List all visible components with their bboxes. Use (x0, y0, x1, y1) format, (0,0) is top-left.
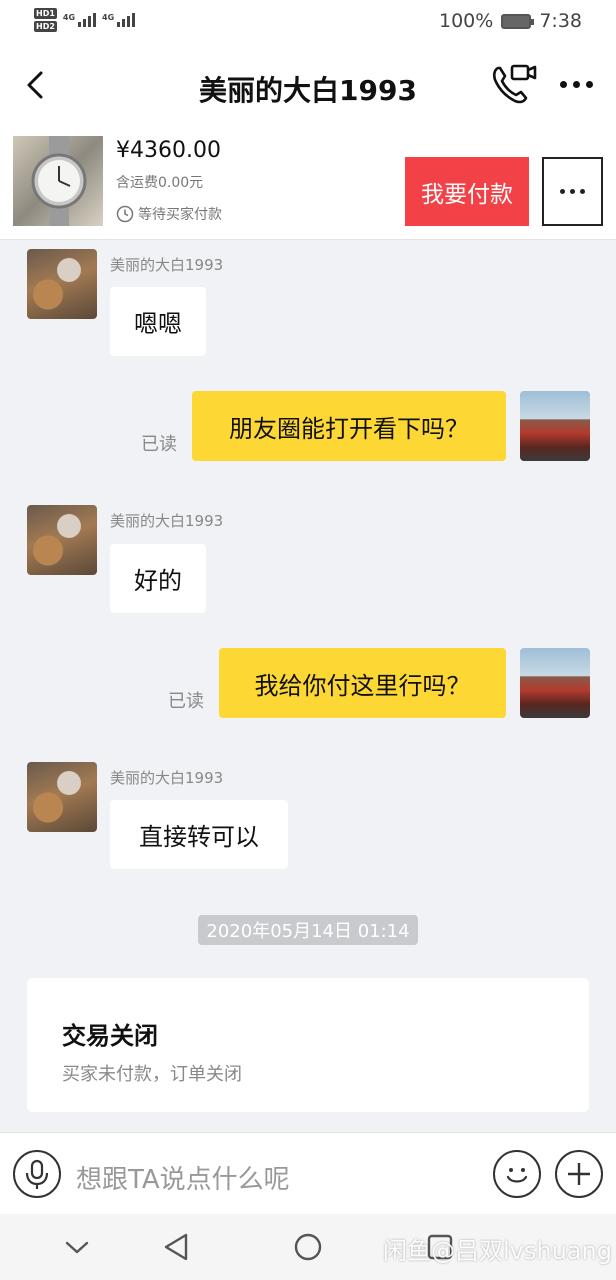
read-receipt: 已读 (168, 691, 204, 712)
video-call-button[interactable] (490, 62, 538, 106)
more-icon (559, 80, 567, 88)
voice-button[interactable] (13, 1150, 61, 1198)
message-input[interactable]: 想跟TA说点什么呢 (76, 1159, 290, 1196)
order-shipping: 含运费0.00元 (116, 175, 204, 191)
chat-header: 美丽的大白1993 (0, 46, 616, 130)
order-more-button[interactable] (542, 157, 603, 226)
input-bar: 想跟TA说点什么呢 (0, 1132, 616, 1214)
message-bubble[interactable]: 我给你付这里行吗？ (219, 648, 506, 718)
plus-button[interactable] (555, 1150, 603, 1198)
nav-back-icon[interactable] (160, 1230, 194, 1264)
status-bar: HD1 HD2 4G 4G 100% 7:38 (0, 0, 616, 46)
pay-button[interactable]: 我要付款 (405, 157, 529, 226)
emoji-button[interactable] (493, 1150, 541, 1198)
avatar[interactable] (27, 249, 97, 319)
emoji-icon (506, 1168, 528, 1183)
more-button[interactable] (556, 72, 596, 96)
signal-icon-1: 4G (62, 13, 97, 27)
watch-image (31, 136, 87, 226)
hd-badge-1: HD1 (34, 8, 57, 19)
video-call-icon (492, 64, 537, 104)
more-icon (560, 189, 565, 194)
message-bubble[interactable]: 好的 (110, 544, 206, 613)
network-label-2: 4G (102, 13, 115, 22)
status-right: 100% 7:38 (439, 10, 582, 32)
order-bar: ¥4360.00 含运费0.00元 等待买家付款 我要付款 (0, 130, 616, 240)
hd-badges: HD1 HD2 (34, 8, 57, 32)
read-receipt: 已读 (141, 434, 177, 455)
sender-nickname: 美丽的大白1993 (110, 512, 224, 530)
system-card[interactable]: 交易关闭 买家未付款，订单关闭 (27, 978, 589, 1112)
avatar[interactable] (520, 391, 590, 461)
mic-icon (25, 1159, 49, 1189)
watermark: 闲鱼@吕双lvshuang (383, 1237, 612, 1265)
battery-percent: 100% (439, 10, 494, 32)
nav-down-icon[interactable] (60, 1230, 94, 1264)
avatar[interactable] (27, 505, 97, 575)
avatar[interactable] (27, 762, 97, 832)
clock-time: 7:38 (539, 10, 582, 32)
sender-nickname: 美丽的大白1993 (110, 256, 224, 274)
order-status: 等待买家付款 (116, 204, 222, 224)
sender-nickname: 美丽的大白1993 (110, 769, 224, 787)
message-bubble[interactable]: 嗯嗯 (110, 287, 206, 356)
product-image[interactable] (13, 136, 103, 226)
message-bubble[interactable]: 朋友圈能打开看下吗？ (192, 391, 506, 461)
nav-home-icon[interactable] (291, 1230, 325, 1264)
system-card-subtitle: 买家未付款，订单关闭 (62, 1064, 242, 1085)
plus-icon (568, 1163, 590, 1185)
system-nav-bar: 闲鱼@吕双lvshuang (0, 1214, 616, 1280)
hd-badge-2: HD2 (34, 21, 57, 32)
signal-icon-2: 4G (102, 13, 136, 27)
message-bubble[interactable]: 直接转可以 (110, 800, 288, 869)
status-left: HD1 HD2 4G 4G (34, 8, 136, 32)
avatar[interactable] (520, 648, 590, 718)
timestamp: 2020年05月14日 01:14 (198, 915, 418, 945)
order-status-text: 等待买家付款 (138, 207, 222, 223)
system-card-title: 交易关闭 (62, 1022, 158, 1050)
battery-icon (501, 13, 535, 29)
network-label-1: 4G (62, 13, 76, 22)
clock-icon (116, 205, 134, 223)
order-price: ¥4360.00 (116, 138, 221, 163)
